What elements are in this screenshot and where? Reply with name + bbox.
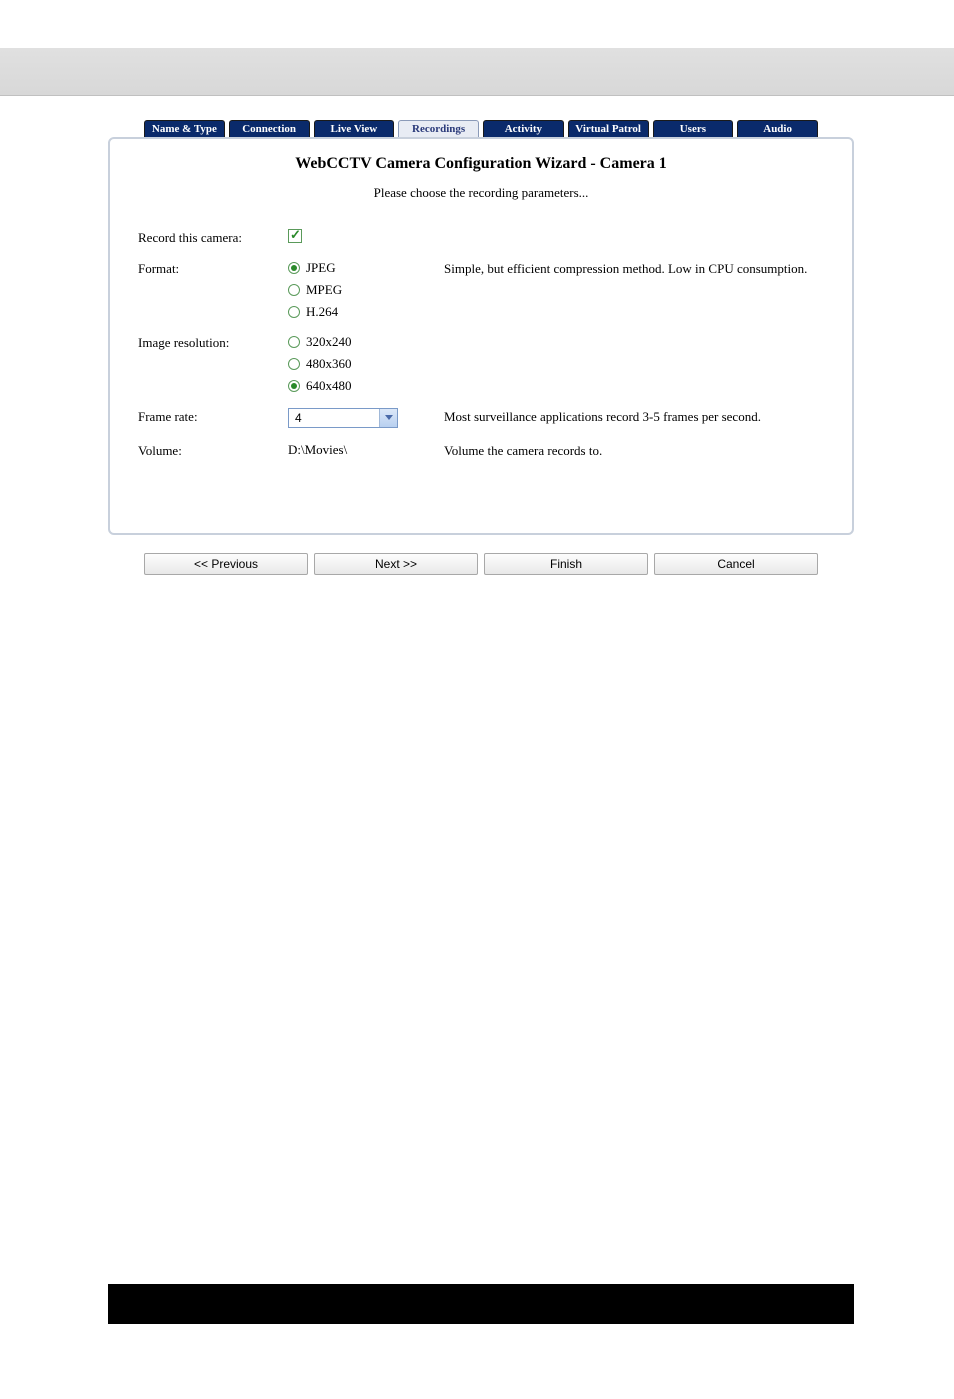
radio-320-label: 320x240 [306,334,352,350]
radio-dot-icon [288,262,300,274]
format-desc: Simple, but efficient compression method… [428,260,824,277]
label-record: Record this camera: [138,229,288,246]
chevron-down-icon [385,415,393,421]
framerate-desc: Most surveillance applications record 3-… [428,408,824,425]
row-format: Format: JPEG MPEG H.264 Simple, b [138,260,824,320]
framerate-value: 4 [289,409,379,427]
wizard-subtitle: Please choose the recording parameters..… [138,185,824,201]
radio-320x240[interactable]: 320x240 [288,334,428,350]
tab-connection[interactable]: Connection [229,120,310,138]
main-panel: Name & Type Connection Live View Recordi… [108,120,854,575]
page: Name & Type Connection Live View Recordi… [0,48,954,575]
volume-value: D:\Movies\ [288,442,428,458]
tab-row: Name & Type Connection Live View Recordi… [108,120,854,138]
radio-dot-icon [288,284,300,296]
row-resolution: Image resolution: 320x240 480x360 640x48… [138,334,824,394]
radio-640-label: 640x480 [306,378,352,394]
radio-mpeg[interactable]: MPEG [288,282,428,298]
radio-h264[interactable]: H.264 [288,304,428,320]
framerate-select[interactable]: 4 [288,408,398,428]
cancel-button[interactable]: Cancel [654,553,818,575]
wizard-body: WebCCTV Camera Configuration Wizard - Ca… [108,137,854,535]
radio-jpeg-label: JPEG [306,260,336,276]
label-format: Format: [138,260,288,277]
dropdown-button[interactable] [379,409,397,427]
tab-audio[interactable]: Audio [737,120,818,138]
tab-users[interactable]: Users [653,120,734,138]
tab-activity[interactable]: Activity [483,120,564,138]
radio-mpeg-label: MPEG [306,282,342,298]
radio-dot-icon [288,306,300,318]
top-bar [0,48,954,96]
radio-dot-icon [288,380,300,392]
row-volume: Volume: D:\Movies\ Volume the camera rec… [138,442,824,459]
radio-jpeg[interactable]: JPEG [288,260,428,276]
radio-dot-icon [288,358,300,370]
next-button[interactable]: Next >> [314,553,478,575]
tab-name-type[interactable]: Name & Type [144,120,225,138]
wizard-title: WebCCTV Camera Configuration Wizard - Ca… [138,155,824,173]
volume-desc: Volume the camera records to. [428,442,824,459]
row-framerate: Frame rate: 4 Most surveillance applicat… [138,408,824,428]
radio-dot-icon [288,336,300,348]
button-row: << Previous Next >> Finish Cancel [144,553,818,575]
tab-live-view[interactable]: Live View [314,120,395,138]
tab-recordings[interactable]: Recordings [398,120,479,138]
previous-button[interactable]: << Previous [144,553,308,575]
label-resolution: Image resolution: [138,334,288,351]
tab-virtual-patrol[interactable]: Virtual Patrol [568,120,649,138]
radio-640x480[interactable]: 640x480 [288,378,428,394]
bottom-bar [108,1284,854,1324]
label-framerate: Frame rate: [138,408,288,425]
finish-button[interactable]: Finish [484,553,648,575]
label-volume: Volume: [138,442,288,459]
checkbox-record[interactable] [288,229,302,243]
radio-h264-label: H.264 [306,304,338,320]
row-record: Record this camera: [138,229,824,246]
radio-480x360[interactable]: 480x360 [288,356,428,372]
radio-480-label: 480x360 [306,356,352,372]
